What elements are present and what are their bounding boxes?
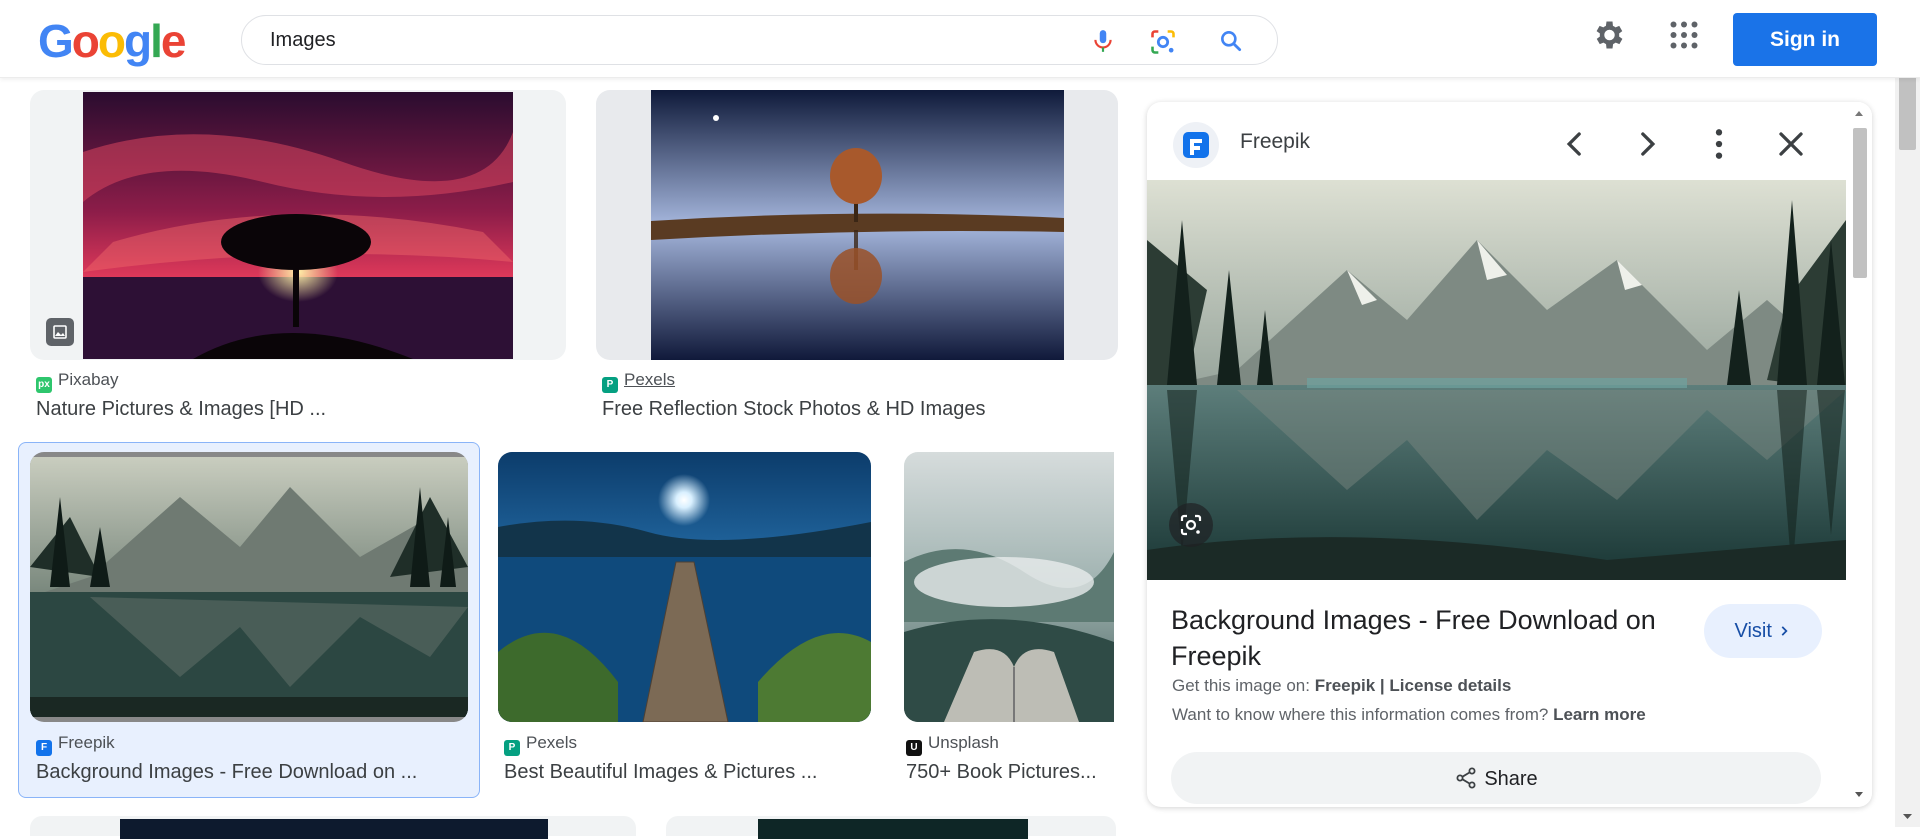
sunset-tree-image [83, 92, 513, 359]
source-name: Freepik [58, 733, 115, 752]
get-image-prefix: Get this image on: [1172, 676, 1310, 695]
panel-scrollbar-thumb[interactable] [1853, 128, 1867, 278]
visit-button[interactable]: Visit [1704, 604, 1822, 658]
logo-letter: o [71, 15, 100, 67]
info-line: Want to know where this information come… [1172, 705, 1646, 725]
result-title[interactable]: 750+ Book Pictures... [906, 761, 1111, 784]
mountain-lake-image [30, 457, 468, 717]
pixabay-icon: px [36, 377, 52, 393]
settings-icon[interactable] [1590, 17, 1630, 57]
result-title[interactable]: Free Reflection Stock Photos & HD Images [602, 398, 1122, 421]
search-icon[interactable] [1218, 28, 1244, 54]
thumbnail-frame [30, 90, 566, 360]
share-icon [1454, 767, 1484, 790]
search-input[interactable] [270, 26, 1070, 54]
google-logo[interactable]: Google [38, 15, 187, 67]
freepik-logo[interactable] [1173, 122, 1219, 168]
result-source[interactable]: px Pixabay [36, 370, 118, 393]
source-name: Unsplash [928, 733, 999, 752]
logo-letter: o [97, 15, 126, 67]
mic-icon[interactable] [1090, 28, 1116, 54]
result-card-partial[interactable] [666, 816, 1116, 839]
logo-letter: G [38, 15, 74, 67]
sign-in-button[interactable]: Sign in [1733, 13, 1877, 66]
license-details-link[interactable]: License details [1389, 676, 1511, 695]
pier-moon-image [498, 452, 871, 722]
result-source[interactable]: P Pexels [602, 370, 675, 393]
book-fog-image [904, 452, 1114, 722]
result-card-partial[interactable] [30, 816, 636, 839]
info-text: Want to know where this information come… [1172, 705, 1549, 724]
result-title[interactable]: Background Images - Free Download on ... [36, 761, 466, 784]
logo-letter: e [160, 15, 187, 67]
thumbnail-frame [498, 452, 871, 722]
thumbnail-frame [904, 452, 1114, 722]
partial-image [758, 819, 1028, 839]
logo-letter: l [150, 15, 163, 67]
next-icon[interactable] [1627, 124, 1667, 164]
share-button[interactable]: Share [1171, 752, 1821, 804]
source-name: Pexels [624, 370, 676, 389]
source-name: Pexels [526, 733, 578, 752]
close-icon[interactable] [1771, 124, 1811, 164]
lens-icon[interactable] [1149, 28, 1175, 54]
get-image-source-link[interactable]: Freepik [1315, 676, 1375, 695]
result-source[interactable]: F Freepik [36, 733, 115, 756]
image-preview-panel: Freepik Background Images - Free Downloa… [1147, 102, 1872, 807]
header: Google Sign in [0, 0, 1920, 78]
learn-more-link[interactable]: Learn more [1553, 705, 1646, 724]
result-source[interactable]: U Unsplash [906, 733, 999, 756]
unsplash-icon: U [906, 740, 922, 756]
pexels-icon: P [602, 377, 618, 393]
get-image-line: Get this image on: Freepik | License det… [1172, 676, 1511, 696]
visit-label: Visit [1734, 619, 1772, 642]
logo-letter: g [124, 15, 152, 67]
result-title[interactable]: Best Beautiful Images & Pictures ... [504, 761, 864, 784]
share-label: Share [1484, 767, 1538, 790]
panel-title[interactable]: Background Images - Free Download on Fre… [1171, 602, 1671, 674]
thumbnail-frame [596, 90, 1118, 360]
more-options-icon[interactable] [1699, 124, 1739, 164]
image-badge-icon [46, 318, 74, 346]
pexels-icon: P [504, 740, 520, 756]
search-box [241, 15, 1278, 65]
freepik-icon: F [36, 740, 52, 756]
lens-search-icon[interactable] [1169, 503, 1213, 547]
source-name: Pixabay [58, 370, 119, 389]
separator: | [1379, 676, 1385, 695]
partial-image [120, 819, 548, 839]
reflection-tree-image [651, 90, 1064, 360]
result-source[interactable]: P Pexels [504, 733, 577, 756]
result-title[interactable]: Nature Pictures & Images [HD ... [36, 398, 556, 421]
page-scrollbar[interactable] [1895, 47, 1920, 827]
chevron-right-icon [1777, 620, 1791, 642]
panel-scrollbar[interactable] [1846, 102, 1872, 807]
panel-source-name[interactable]: Freepik [1240, 130, 1310, 154]
apps-icon[interactable] [1666, 17, 1706, 57]
previous-icon[interactable] [1555, 124, 1595, 164]
thumbnail-frame [30, 452, 468, 722]
preview-image[interactable] [1147, 180, 1846, 580]
